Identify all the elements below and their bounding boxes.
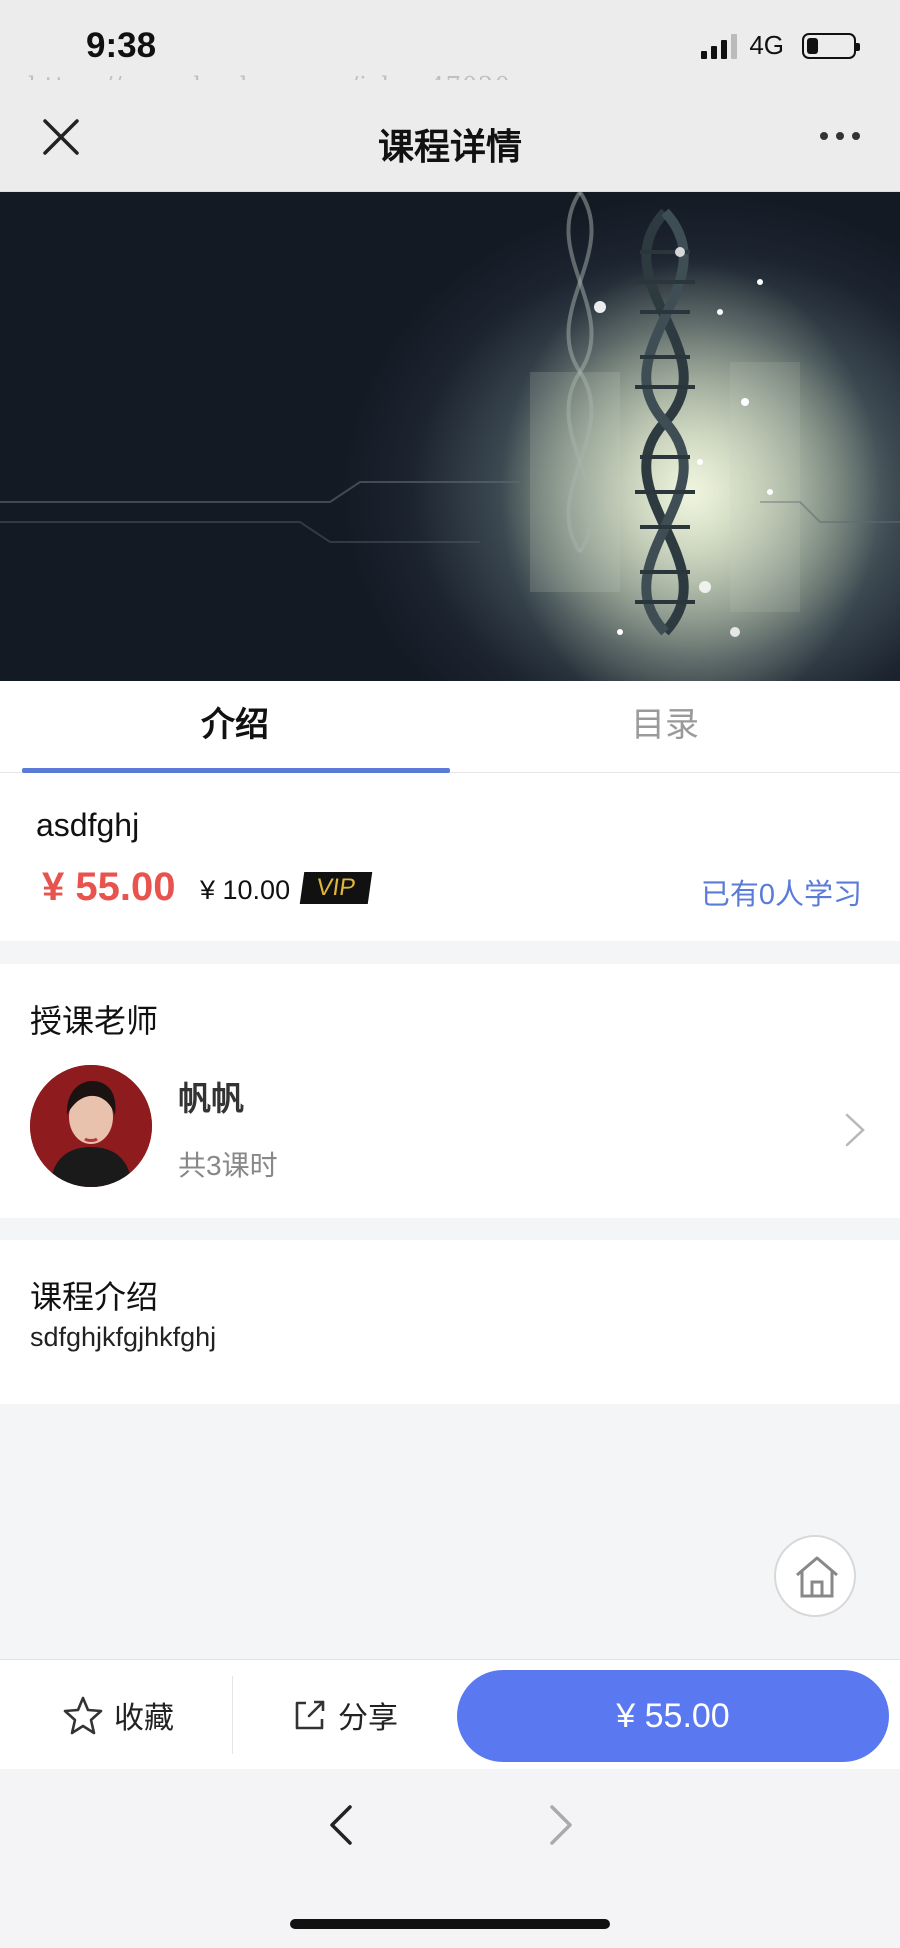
home-button[interactable] <box>774 1535 856 1617</box>
teacher-card[interactable]: 授课老师 帆帆 共3课时 <box>0 964 900 1218</box>
vip-price: ¥ 10.00 <box>200 875 291 905</box>
back-icon[interactable] <box>326 1803 356 1847</box>
course-cover-image <box>0 192 900 681</box>
share-button[interactable]: 分享 <box>292 1660 398 1770</box>
tab-bar: 介绍 目录 <box>0 681 900 773</box>
teacher-section-title: 授课老师 <box>30 1003 159 1039</box>
teacher-lesson-count: 共3课时 <box>178 1150 278 1181</box>
network-label: 4G <box>749 30 784 60</box>
star-icon <box>63 1696 103 1735</box>
favorite-button[interactable]: 收藏 <box>62 1660 174 1770</box>
home-icon <box>796 1556 838 1598</box>
vip-badge: VIP <box>299 872 373 904</box>
description-section-title: 课程介绍 <box>30 1279 159 1315</box>
status-indicators: 4G <box>701 30 860 61</box>
bottom-action-bar: 收藏 分享 ¥ 55.00 <box>0 1659 900 1769</box>
status-time: 9:38 <box>86 26 157 65</box>
status-bar: 9:38 4G <box>0 0 900 80</box>
share-icon <box>295 1700 325 1730</box>
learner-count: 已有0人学习 <box>700 879 862 911</box>
buy-button[interactable]: ¥ 55.00 <box>457 1670 889 1762</box>
forward-icon[interactable] <box>546 1803 576 1847</box>
dna-helix-illustration <box>0 192 900 681</box>
teacher-avatar <box>30 1065 152 1187</box>
battery-level <box>807 37 818 54</box>
action-divider <box>232 1676 233 1754</box>
course-price: ¥ 55.00 <box>42 865 176 909</box>
tab-intro[interactable]: 介绍 <box>20 681 450 773</box>
battery-icon <box>802 32 860 59</box>
signal-icon <box>701 33 738 59</box>
course-description-card: 课程介绍 sdfghjkfgjhkfghj <box>0 1240 900 1404</box>
course-info-card: asdfghj ¥ 55.00 ¥ 10.00 VIP 已有0人学习 <box>0 773 900 941</box>
browser-toolbar <box>0 1769 900 1948</box>
home-indicator <box>290 1919 610 1929</box>
share-label: 分享 <box>338 1702 398 1735</box>
course-name: asdfghj <box>36 807 140 843</box>
teacher-name: 帆帆 <box>178 1080 244 1117</box>
chevron-right-icon <box>845 1113 865 1147</box>
page-title: 课程详情 <box>377 126 522 167</box>
description-text: sdfghjkfgjhkfghj <box>30 1322 217 1352</box>
nav-bar: 课程详情 <box>0 80 900 192</box>
tab-catalog[interactable]: 目录 <box>450 681 880 773</box>
more-icon[interactable] <box>820 132 860 140</box>
favorite-label: 收藏 <box>114 1702 174 1735</box>
